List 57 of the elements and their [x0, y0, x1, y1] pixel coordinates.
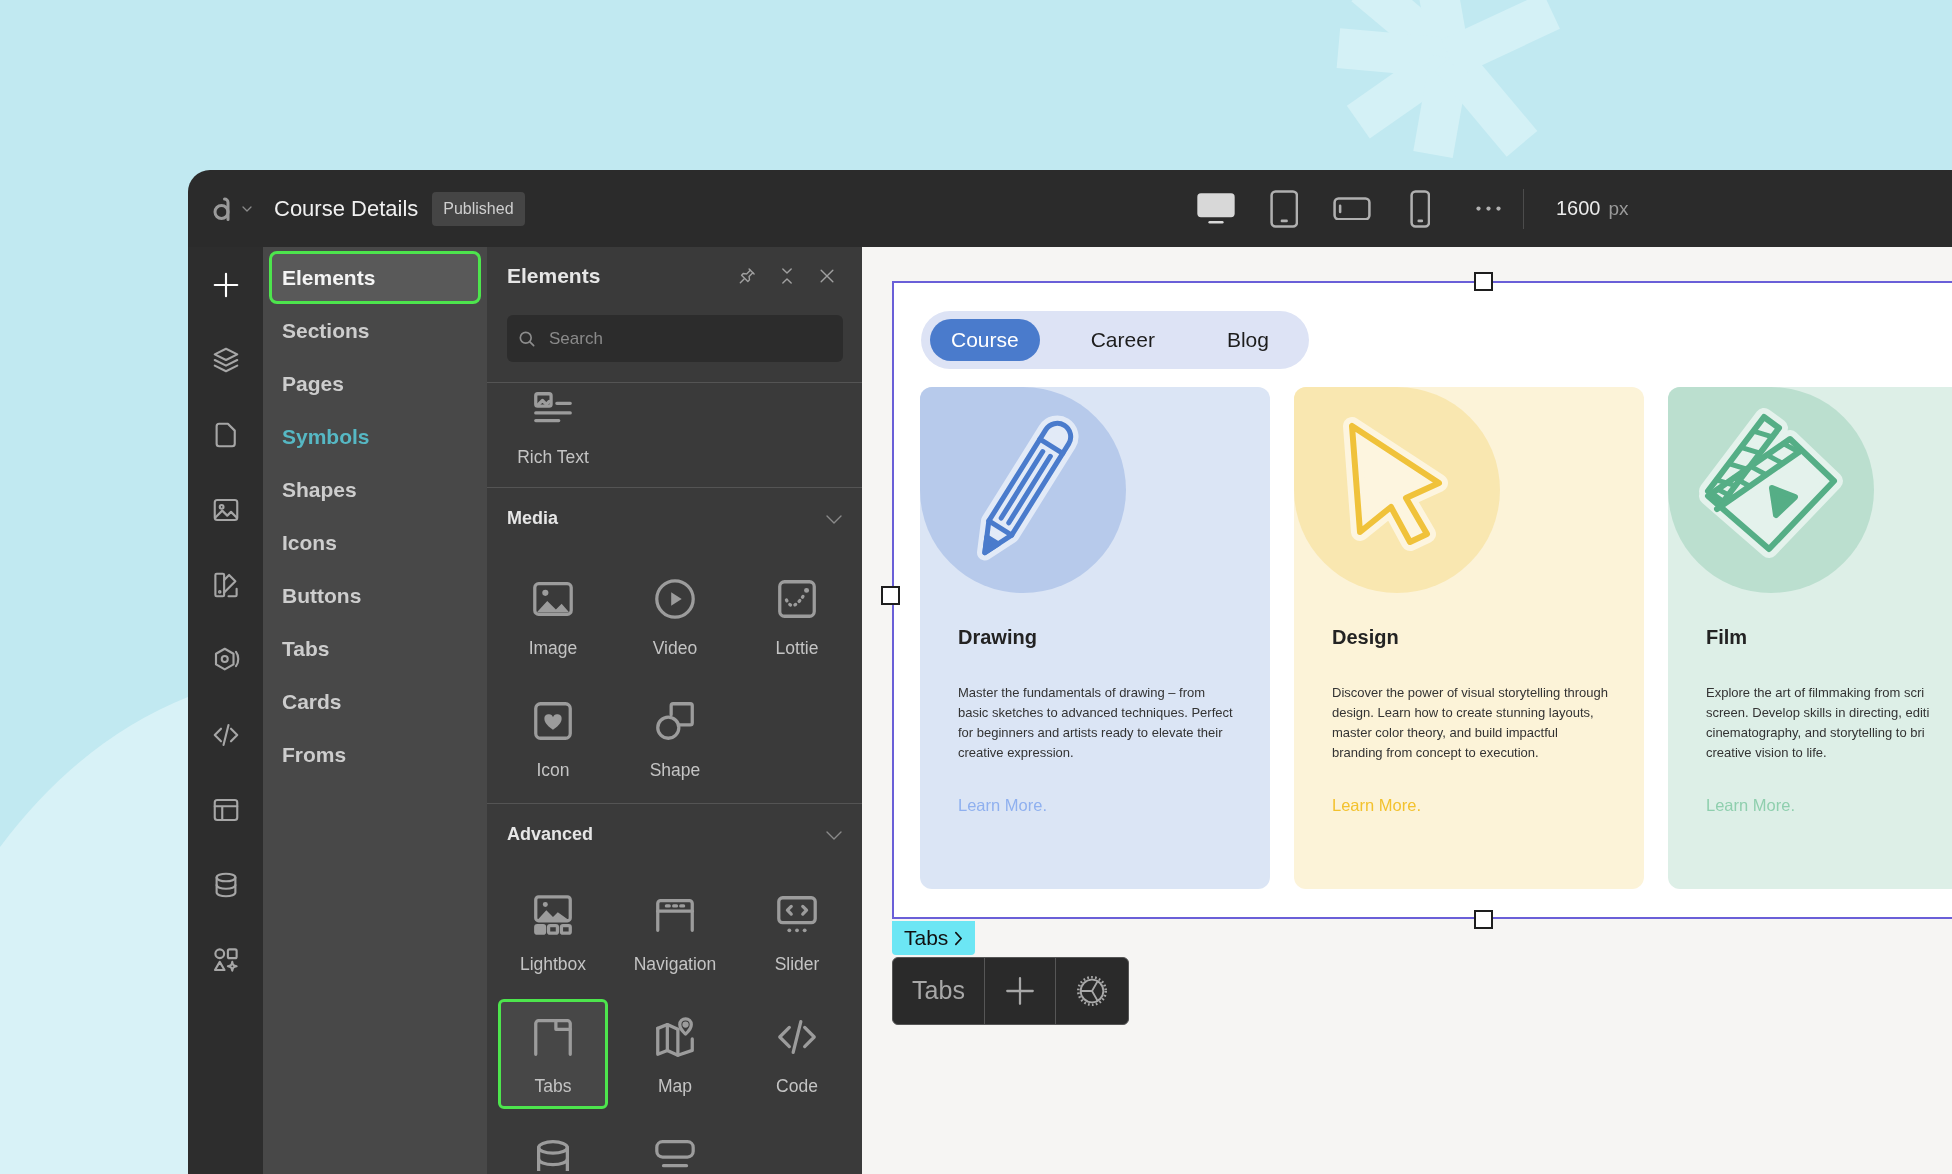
tab[interactable]: Career [1069, 319, 1176, 361]
tab[interactable]: Course [930, 319, 1040, 361]
tab[interactable]: Blog [1205, 319, 1290, 361]
breadcrumb-button[interactable]: Tabs [892, 921, 976, 955]
chevron-down-icon[interactable] [826, 830, 842, 840]
card-description: Master the fundamentals of drawing – from basic sketches to advanced techniques. Perfect for beginners and artists ready to elevate their creative expression. [958, 684, 1234, 762]
category-item[interactable]: Symbols [269, 410, 481, 463]
resize-handle[interactable] [1473, 909, 1493, 929]
card-description: Explore the art of filmmaking from scri screen. Develop skills in directing, editi cinematography, and storytelling to bri creative vision to life. [1706, 684, 1931, 762]
resize-handle[interactable] [1473, 271, 1493, 291]
chevron-down-icon[interactable] [242, 206, 252, 213]
play-circle-icon [652, 576, 698, 622]
card-description: Discover the power of visual storytelling through design. Learn how to create stunning layouts, master color theory, and build impactful branding from concept to execution. [1332, 684, 1610, 762]
element-tile[interactable]: Map [620, 999, 730, 1109]
unit-label: px [1608, 197, 1629, 222]
element-tile[interactable]: Video [620, 561, 730, 671]
category-item[interactable]: Buttons [269, 569, 481, 622]
category-item[interactable]: Tabs [269, 622, 481, 675]
status-badge: Published [432, 191, 525, 226]
element-tile[interactable]: Image [498, 561, 608, 671]
tablet-icon[interactable] [1269, 189, 1299, 228]
chevron-down-icon[interactable] [826, 514, 842, 524]
card-title: Design [1332, 625, 1400, 650]
viewport-width[interactable]: 1600 [1556, 193, 1601, 224]
element-tile[interactable]: Tabs [498, 999, 608, 1109]
category-item[interactable]: Icons [269, 516, 481, 569]
element-tile[interactable]: Navigation [620, 877, 730, 987]
element-tile[interactable]: Slider [742, 877, 852, 987]
category-item[interactable]: Froms [269, 728, 481, 781]
resize-handle[interactable] [880, 585, 900, 605]
category-item[interactable]: Pages [269, 357, 481, 410]
phone-icon[interactable] [1409, 189, 1431, 228]
section-title: Advanced [507, 823, 594, 846]
panel-title: Elements [507, 263, 602, 290]
element-tile[interactable]: Lightbox [498, 877, 608, 987]
element-tile[interactable]: Shape [620, 683, 730, 793]
element-tile[interactable]: Lottie [742, 561, 852, 671]
element-name-button[interactable]: Tabs [893, 958, 984, 1024]
pin-icon[interactable] [737, 266, 757, 286]
card-title: Film [1706, 625, 1749, 650]
plus-icon[interactable] [1003, 974, 1037, 1008]
category-item[interactable]: Shapes [269, 463, 481, 516]
category-item[interactable]: Sections [269, 304, 481, 357]
element-tile[interactable]: Code [742, 999, 852, 1109]
desktop-icon[interactable] [1197, 192, 1235, 225]
search-field[interactable]: Search [507, 315, 843, 362]
category-item[interactable]: Cards [269, 675, 481, 728]
category-item[interactable]: Elements [269, 251, 481, 304]
page-title: Course Details [274, 195, 419, 223]
settings-icon[interactable] [1075, 974, 1109, 1008]
card-title: Drawing [958, 625, 1038, 650]
landscape-phone-icon[interactable] [1333, 196, 1371, 221]
more-icon[interactable] [1475, 206, 1501, 211]
element-tile[interactable]: Icon [498, 683, 608, 793]
chevron-right-icon [954, 930, 964, 946]
section-title: Media [507, 507, 558, 530]
element-tile[interactable]: Rich Text [498, 385, 608, 479]
